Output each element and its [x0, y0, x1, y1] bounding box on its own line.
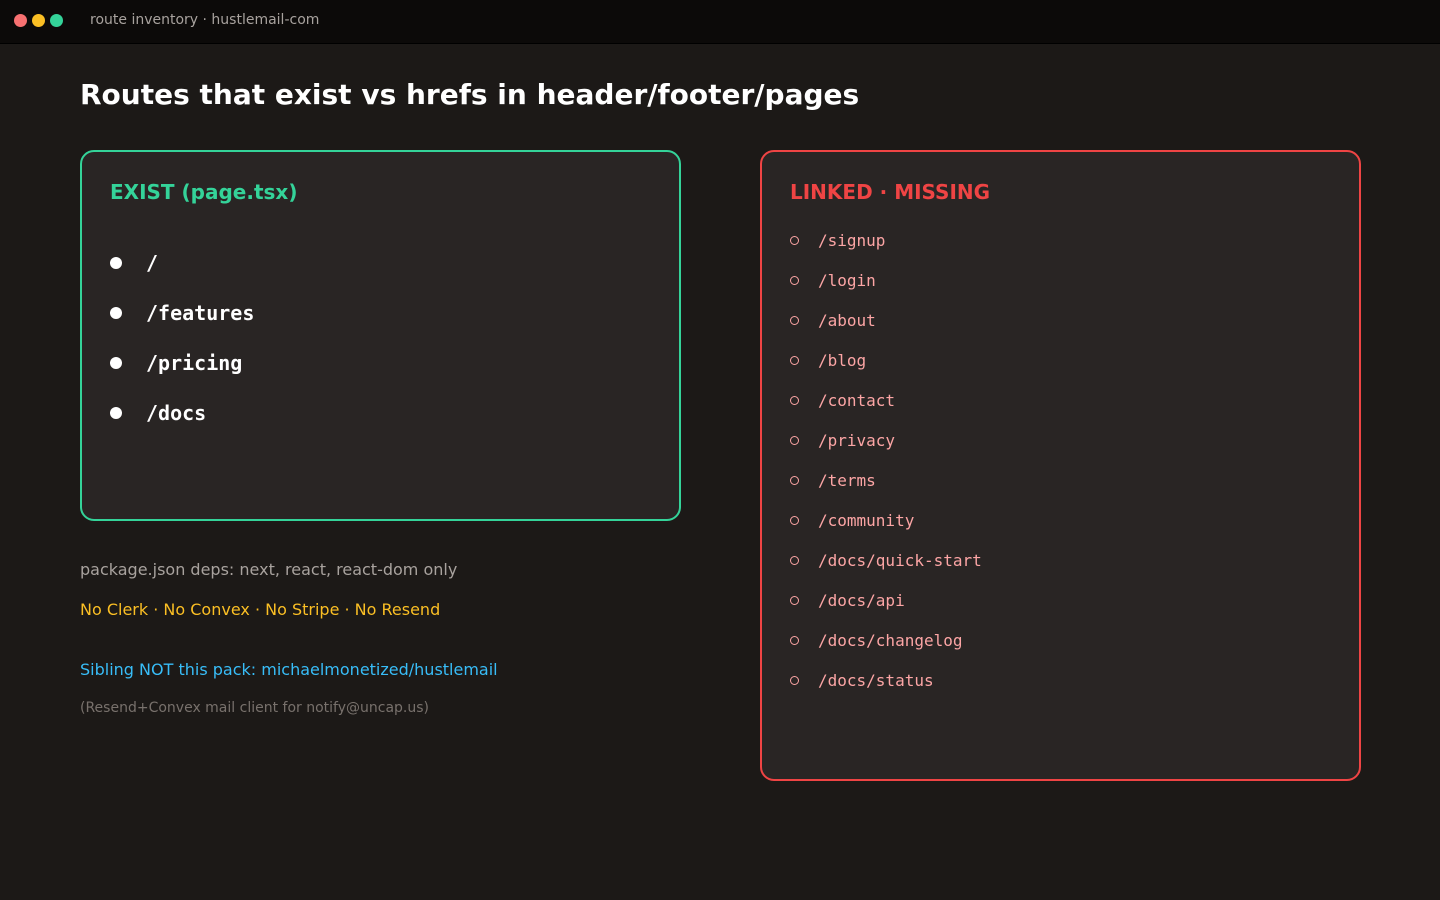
missing-panel-heading: LINKED · MISSING [790, 180, 991, 204]
hollow-bullet-icon [790, 635, 799, 645]
list-item: /features [110, 288, 254, 338]
route-path: /community [818, 510, 915, 530]
hollow-bullet-icon [790, 555, 799, 565]
list-item: /docs/api [790, 580, 982, 620]
route-path: /privacy [818, 430, 896, 450]
page-title: Routes that exist vs hrefs in header/foo… [80, 78, 860, 111]
filled-bullet-icon [110, 307, 122, 319]
exist-panel-heading: EXIST (page.tsx) [110, 180, 298, 204]
window-title: route inventory · hustlemail-com [90, 12, 320, 28]
list-item: /blog [790, 340, 982, 380]
exist-route-list: / /features /pricing /docs [110, 238, 254, 438]
list-item: /docs/quick-start [790, 540, 982, 580]
hollow-bullet-icon [790, 275, 799, 285]
list-item: /pricing [110, 338, 254, 388]
hollow-bullet-icon [790, 395, 799, 405]
hollow-bullet-icon [790, 595, 799, 605]
maximize-window-button[interactable] [50, 14, 63, 27]
filled-bullet-icon [110, 407, 122, 419]
route-path: /terms [818, 470, 876, 490]
route-path: /docs/status [818, 670, 934, 690]
list-item: / [110, 238, 254, 288]
route-path: /signup [818, 230, 886, 250]
missing-route-list: /signup /login /about /blog /contact /pr… [790, 220, 982, 700]
close-window-button[interactable] [14, 14, 27, 27]
hollow-bullet-icon [790, 435, 799, 445]
filled-bullet-icon [110, 257, 122, 269]
list-item: /login [790, 260, 982, 300]
minimize-window-button[interactable] [32, 14, 45, 27]
sibling-repo-detail: (Resend+Convex mail client for notify@un… [80, 700, 429, 716]
route-path: /blog [818, 350, 867, 370]
list-item: /docs [110, 388, 254, 438]
route-path: /docs/changelog [818, 630, 963, 650]
list-item: /about [790, 300, 982, 340]
hollow-bullet-icon [790, 515, 799, 525]
sibling-repo-note: Sibling NOT this pack: michaelmonetized/… [80, 660, 498, 679]
route-path: /docs/api [818, 590, 905, 610]
window-titlebar: route inventory · hustlemail-com [0, 0, 1440, 44]
missing-services-note: No Clerk · No Convex · No Stripe · No Re… [80, 600, 441, 619]
hollow-bullet-icon [790, 475, 799, 485]
route-path: /about [818, 310, 876, 330]
route-path: /features [146, 301, 255, 325]
hollow-bullet-icon [790, 235, 799, 245]
route-path: / [146, 251, 159, 275]
list-item: /community [790, 500, 982, 540]
list-item: /signup [790, 220, 982, 260]
missing-panel: LINKED · MISSING /signup /login /about /… [760, 150, 1361, 781]
route-path: /contact [818, 390, 896, 410]
exist-panel: EXIST (page.tsx) / /features /pricing /d… [80, 150, 681, 521]
list-item: /docs/changelog [790, 620, 982, 660]
list-item: /privacy [790, 420, 982, 460]
list-item: /docs/status [790, 660, 982, 700]
list-item: /contact [790, 380, 982, 420]
route-path: /docs/quick-start [818, 550, 982, 570]
route-path: /login [818, 270, 876, 290]
hollow-bullet-icon [790, 315, 799, 325]
deps-note: package.json deps: next, react, react-do… [80, 560, 458, 579]
hollow-bullet-icon [790, 675, 799, 685]
route-path: /pricing [146, 351, 243, 375]
hollow-bullet-icon [790, 355, 799, 365]
filled-bullet-icon [110, 357, 122, 369]
list-item: /terms [790, 460, 982, 500]
route-path: /docs [146, 401, 207, 425]
